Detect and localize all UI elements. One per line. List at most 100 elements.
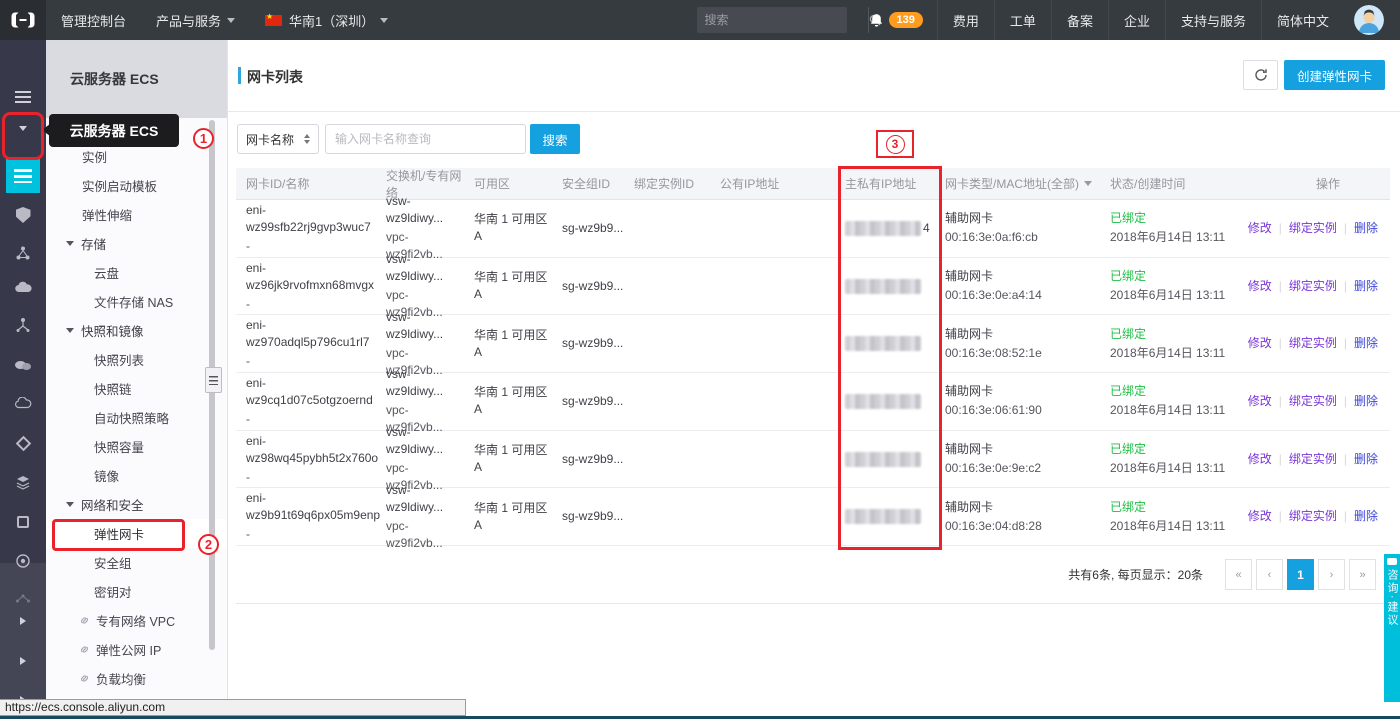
rail-expand-chevron-icon[interactable]	[0, 611, 46, 631]
hybrid-cloud-icon[interactable]	[0, 355, 46, 375]
layers-icon[interactable]	[0, 473, 46, 493]
actions-cell: 修改 | 绑定实例 | 删除	[1235, 393, 1390, 410]
modify-link[interactable]: 修改	[1248, 278, 1272, 295]
created-time: 2018年6月14日 13:11	[1110, 345, 1226, 360]
status-cell: 已绑定 2018年6月14日 13:11	[1100, 326, 1235, 362]
filter-input[interactable]	[325, 124, 526, 154]
sidebar-item[interactable]: 镜像	[46, 461, 227, 490]
cell-line1: eni-wz99sfb22rj9gvp3wuc7	[246, 202, 371, 234]
table-row: eni-wz99sfb22rj9gvp3wuc7 - vsw-wz9ldiwy...…	[236, 194, 1390, 261]
diamond-icon[interactable]	[0, 433, 46, 453]
sidebar-item[interactable]: 文件存储 NAS	[46, 287, 227, 316]
cell-line1: vsw-wz9ldiwy...	[386, 367, 444, 399]
aliyun-logo-icon[interactable]	[0, 0, 46, 40]
cloud-icon[interactable]	[0, 277, 46, 297]
feedback-tab[interactable]: 咨询·建议	[1384, 554, 1400, 702]
modify-link[interactable]: 修改	[1248, 393, 1272, 410]
bind-instance-link[interactable]: 绑定实例	[1289, 451, 1337, 468]
topbar-item-work-order[interactable]: 工单	[993, 0, 1051, 40]
modify-link[interactable]: 修改	[1248, 508, 1272, 525]
sidebar-item[interactable]: 网络和安全	[46, 490, 227, 519]
topbar-item-billing[interactable]: 费用	[936, 0, 994, 40]
console-home-link[interactable]: 管理控制台	[46, 0, 141, 40]
sidebar-item[interactable]: 密钥对	[46, 577, 227, 606]
scan-frame-icon[interactable]	[0, 512, 46, 532]
private-ip-cell	[835, 393, 935, 409]
cloud-outline-icon[interactable]	[0, 393, 46, 413]
topbar-item-support[interactable]: 支持与服务	[1164, 0, 1261, 40]
eni-type: 辅助网卡	[945, 269, 994, 284]
sidebar-item[interactable]: 弹性公网 IP	[46, 635, 227, 664]
zone-cell: 华南 1 可用区 A	[474, 327, 548, 359]
security-group-cell: sg-wz9b9...	[562, 393, 624, 408]
prev-page-button[interactable]: ‹	[1256, 559, 1283, 591]
mac-address: 00:16:3e:0a:f6:cb	[945, 230, 1038, 245]
sidebar-item[interactable]: 自动快照策略	[46, 403, 227, 432]
delete-link[interactable]: 删除	[1354, 278, 1378, 295]
modify-link[interactable]: 修改	[1248, 335, 1272, 352]
bind-instance-link[interactable]: 绑定实例	[1289, 335, 1337, 352]
topbar-item-icp-filing[interactable]: 备案	[1050, 0, 1108, 40]
col-header-9: 操作	[1235, 175, 1390, 192]
security-shield-icon[interactable]	[0, 205, 46, 225]
group-caret-icon	[66, 502, 74, 511]
status-cell: 已绑定 2018年6月14日 13:11	[1100, 210, 1235, 246]
sidebar-collapse-handle[interactable]	[205, 367, 222, 393]
notifications-button[interactable]: 139	[869, 12, 923, 28]
region-selector[interactable]: ★ 华南1（深圳）	[250, 0, 403, 40]
sidebar-item[interactable]: 弹性伸缩	[46, 200, 227, 229]
sidebar-item[interactable]: 快照容量	[46, 432, 227, 461]
security-group-cell: sg-wz9b9...	[562, 451, 624, 466]
delete-link[interactable]: 删除	[1354, 335, 1378, 352]
topbar-item-enterprise[interactable]: 企业	[1107, 0, 1165, 40]
sidebar-item[interactable]: 安全组	[46, 548, 227, 577]
modify-link[interactable]: 修改	[1248, 220, 1272, 237]
last-page-button[interactable]: »	[1349, 559, 1376, 591]
filter-field-select[interactable]: 网卡名称	[237, 124, 319, 154]
bind-instance-link[interactable]: 绑定实例	[1289, 220, 1337, 237]
next-page-button[interactable]: ›	[1318, 559, 1345, 591]
sidebar-item[interactable]: 快照和镜像	[46, 316, 227, 345]
action-separator: |	[1343, 336, 1347, 351]
page-1-button[interactable]: 1	[1287, 559, 1314, 591]
bind-instance-link[interactable]: 绑定实例	[1289, 278, 1337, 295]
modify-link[interactable]: 修改	[1248, 451, 1272, 468]
record-circle-icon[interactable]	[0, 551, 46, 571]
delete-link[interactable]: 删除	[1354, 220, 1378, 237]
sidebar-item[interactable]: 负载均衡	[46, 664, 227, 693]
search-input[interactable]	[696, 13, 868, 27]
topbar-item-language[interactable]: 简体中文	[1260, 0, 1344, 40]
sidebar-title: 云服务器 ECS	[46, 40, 227, 118]
user-avatar[interactable]	[1354, 5, 1384, 35]
first-page-button[interactable]: «	[1225, 559, 1252, 591]
sidebar-item[interactable]: 专有网络 VPC	[46, 606, 227, 635]
sidebar-item[interactable]: 快照列表	[46, 345, 227, 374]
branch-icon[interactable]	[0, 588, 46, 608]
bind-instance-link[interactable]: 绑定实例	[1289, 508, 1337, 525]
search-button[interactable]: 搜索	[530, 124, 580, 154]
security-group-cell: sg-wz9b9...	[562, 220, 624, 235]
col-header-label: 公有IP地址	[720, 177, 780, 191]
mac-filter-caret-icon[interactable]	[1084, 181, 1092, 190]
network-nodes-icon[interactable]	[0, 243, 46, 263]
private-ip-cell: 4	[835, 220, 935, 237]
col-header-7[interactable]: 网卡类型/MAC地址(全部)	[935, 175, 1100, 192]
sidebar-item[interactable]: 实例启动模板	[46, 171, 227, 200]
sidebar-item[interactable]: 云盘	[46, 258, 227, 287]
sidebar-item[interactable]: 存储	[46, 229, 227, 258]
products-menu[interactable]: 产品与服务	[141, 0, 250, 40]
delete-link[interactable]: 删除	[1354, 451, 1378, 468]
ecs-product-icon[interactable]	[6, 159, 40, 193]
eni-type: 辅助网卡	[945, 326, 994, 341]
create-eni-button[interactable]: 创建弹性网卡	[1284, 60, 1385, 90]
rail-expand-chevron-icon[interactable]	[0, 651, 46, 671]
delete-link[interactable]: 删除	[1354, 508, 1378, 525]
bind-instance-link[interactable]: 绑定实例	[1289, 393, 1337, 410]
rail-collapse-caret-icon[interactable]	[0, 120, 46, 140]
menu-hamburger-icon[interactable]	[0, 87, 46, 107]
sidebar-item[interactable]: 快照链	[46, 374, 227, 403]
chevron-down-icon	[380, 17, 389, 27]
topology-icon[interactable]	[0, 315, 46, 335]
delete-link[interactable]: 删除	[1354, 393, 1378, 410]
refresh-button[interactable]	[1243, 60, 1278, 90]
